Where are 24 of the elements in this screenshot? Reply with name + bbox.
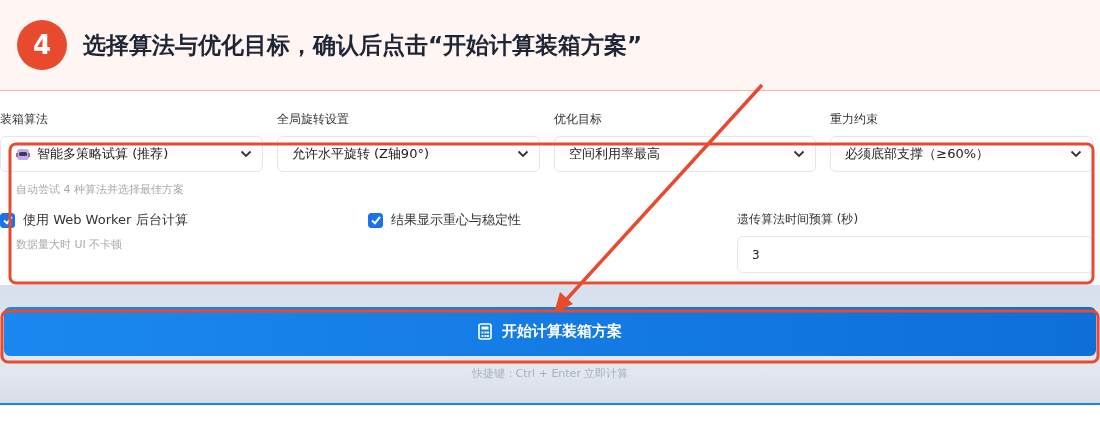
option-checkbox[interactable]: 使用 Web Worker 后台计算	[0, 211, 188, 229]
checkbox[interactable]	[368, 212, 383, 228]
select-field[interactable]: 必须底部支撑（≥60%）	[830, 136, 1093, 172]
step-number: 4	[17, 20, 67, 70]
hint-text: 自动尝试 4 种算法并选择最佳方案	[15, 182, 185, 197]
step-title: 选择算法与优化目标，确认后点击“开始计算装箱方案”	[83, 30, 643, 60]
chevron-down-icon	[793, 150, 806, 158]
number-field[interactable]: 3	[737, 236, 1093, 273]
option-checkbox[interactable]: 结果显示重心与稳定性	[368, 211, 521, 229]
select-field[interactable]: 允许水平旋转 (Z轴90°)	[276, 136, 540, 172]
chevron-down-icon	[1070, 150, 1082, 158]
select-field[interactable]: 智能多策略试算 (推荐)	[0, 136, 263, 172]
chevron-down-icon	[516, 150, 529, 158]
field-label: 装箱算法	[0, 111, 48, 128]
calculator-icon	[478, 323, 492, 340]
select-field[interactable]: 空间利用率最高	[553, 136, 817, 172]
field-label: 优化目标	[553, 111, 602, 128]
chevron-down-icon	[239, 150, 252, 158]
field-label: 重力约束	[830, 111, 879, 128]
start-button[interactable]: 开始计算装箱方案	[4, 307, 1096, 356]
robot-icon	[15, 146, 31, 162]
hint-text: 数据量大时 UI 不卡顿	[15, 237, 123, 252]
field-label: 遗传算法时间预算 (秒)	[737, 211, 859, 228]
field-label: 全局旋转设置	[276, 111, 349, 128]
